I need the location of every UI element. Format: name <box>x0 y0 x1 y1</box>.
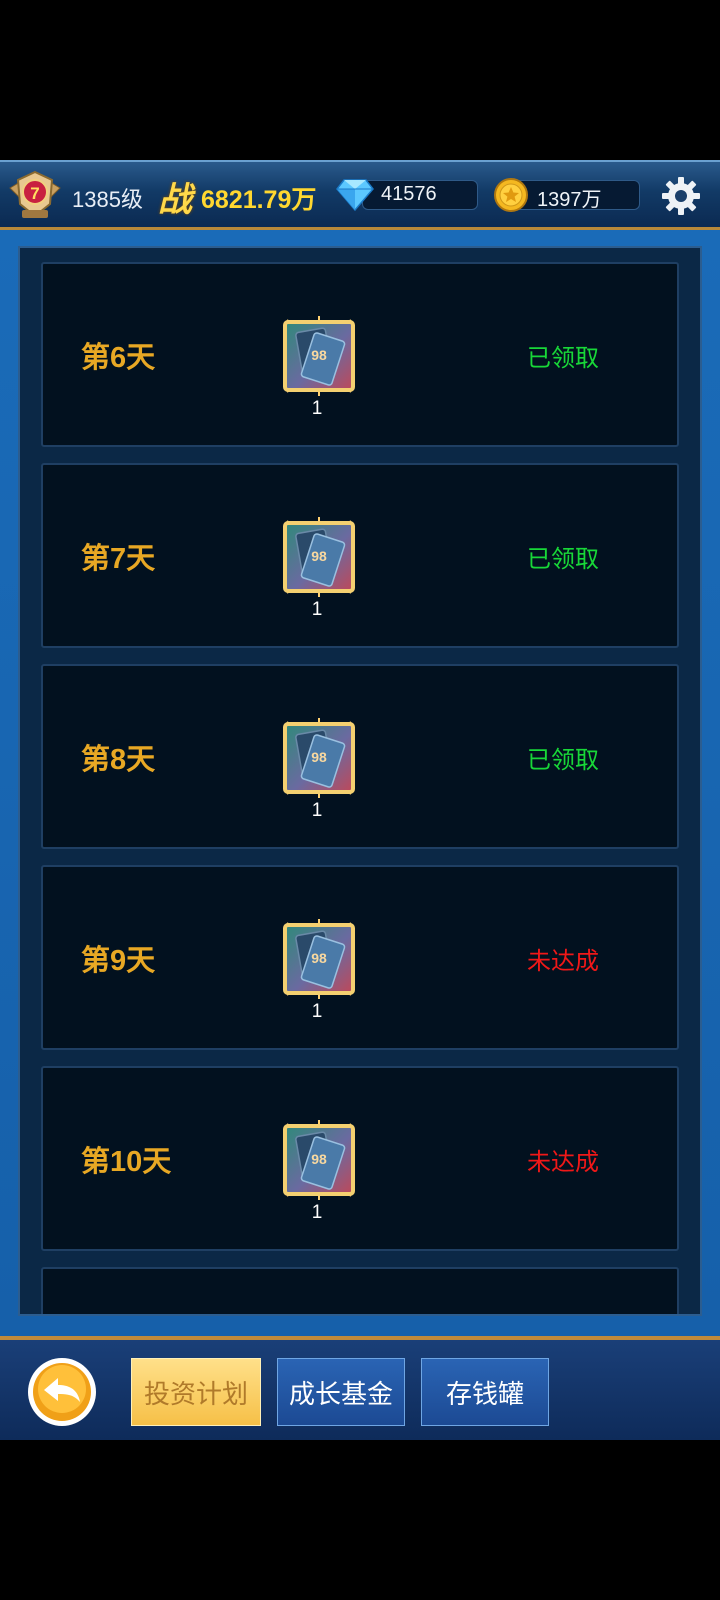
item-quantity: 1 <box>311 800 323 821</box>
rank-badge-number: 7 <box>30 184 39 203</box>
day-label: 第9天 <box>81 945 156 977</box>
day-label: 第8天 <box>81 744 156 776</box>
claim-status: 已领取 <box>527 546 599 573</box>
settings-gear-icon[interactable] <box>661 176 701 216</box>
day-label: 第10天 <box>81 1146 172 1178</box>
card-pack-label: 98 <box>311 749 327 765</box>
day-label: 第7天 <box>81 543 156 575</box>
reward-row: 第10天 98 1 未达成 <box>41 1066 679 1251</box>
item-quantity: 1 <box>311 398 323 419</box>
card-pack-label: 98 <box>311 1151 327 1167</box>
player-level: 1385级 <box>72 187 143 212</box>
claim-status[interactable]: 未达成 <box>513 941 613 976</box>
tab-growth-fund[interactable]: 成长基金 <box>277 1358 405 1426</box>
item-quantity: 1 <box>311 1202 323 1223</box>
claim-status: 已领取 <box>527 345 599 372</box>
reward-row-partial <box>41 1267 679 1314</box>
day-label: 第6天 <box>81 342 156 374</box>
reward-row: 第7天 98 1 已领取 <box>41 463 679 648</box>
card-pack-icon: 98 <box>283 517 355 597</box>
card-pack-label: 98 <box>311 347 327 363</box>
tab-piggy-bank[interactable]: 存钱罐 <box>421 1358 549 1426</box>
diamond-counter[interactable]: 41576 <box>362 180 478 210</box>
card-pack-icon: 98 <box>283 919 355 999</box>
item-quantity: 1 <box>311 599 323 620</box>
gold-coin-icon <box>494 178 528 212</box>
card-pack-icon: 98 <box>283 1120 355 1200</box>
reward-row: 第9天 98 1 未达成 <box>41 865 679 1050</box>
back-arrow-icon[interactable] <box>26 1356 98 1428</box>
claim-status[interactable]: 未达成 <box>513 1142 613 1177</box>
power-value: 6821.79万 <box>201 186 317 214</box>
card-pack-label: 98 <box>311 548 327 564</box>
reward-row: 第8天 98 1 已领取 <box>41 664 679 849</box>
tab-invest-plan[interactable]: 投资计划 <box>131 1358 261 1426</box>
card-pack-label: 98 <box>311 950 327 966</box>
claim-status: 已领取 <box>527 747 599 774</box>
top-status-bar: 7 1385级 战 6821.79万 41576 1397万 <box>0 160 720 230</box>
diamond-icon <box>336 179 374 212</box>
power-icon: 战 <box>158 180 192 220</box>
diamond-amount: 41576 <box>381 183 437 205</box>
reward-list[interactable]: 第6天 98 1 已领取 第7天 98 1 已领取 第8天 98 1 已领取 第… <box>18 246 702 1316</box>
gold-counter[interactable]: 1397万 <box>514 180 640 211</box>
card-pack-icon: 98 <box>283 718 355 798</box>
bottom-tab-bar: 投资计划 成长基金 存钱罐 <box>0 1336 720 1440</box>
rank-badge-icon[interactable]: 7 <box>6 168 64 224</box>
gold-amount: 1397万 <box>537 189 602 211</box>
item-quantity: 1 <box>311 1001 323 1022</box>
card-pack-icon: 98 <box>283 316 355 396</box>
reward-row: 第6天 98 1 已领取 <box>41 262 679 447</box>
